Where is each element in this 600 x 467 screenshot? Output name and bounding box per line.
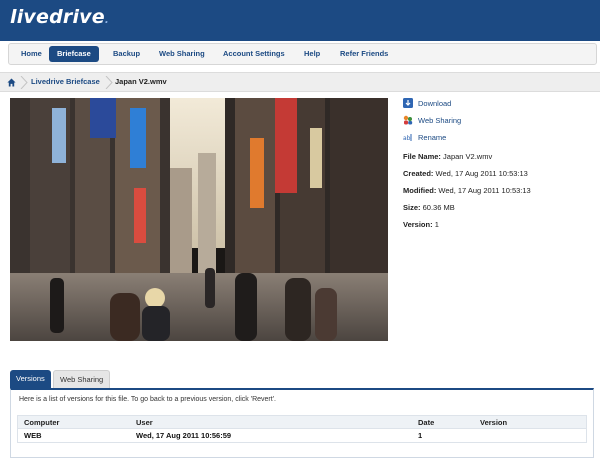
nav-item-briefcase[interactable]: Briefcase (49, 46, 99, 62)
web-sharing-icon (403, 115, 413, 125)
download-icon (403, 98, 413, 108)
cell-user: Wed, 17 Aug 2011 10:56:59 (136, 431, 232, 440)
column-header-computer: Computer (24, 418, 60, 427)
nav-item-web-sharing[interactable]: Web Sharing (151, 46, 213, 62)
versions-panel: Here is a list of versions for this file… (10, 388, 594, 458)
table-row[interactable]: WEB Wed, 17 Aug 2011 10:56:59 1 (17, 429, 587, 443)
breadcrumb-parent-link[interactable]: Livedrive Briefcase (31, 77, 100, 86)
size-info: Size: 60.36 MB (403, 203, 455, 212)
livedrive-logo[interactable]: livedrive. (10, 6, 109, 28)
modified-info: Modified: Wed, 17 Aug 2011 10:53:13 (403, 186, 531, 195)
main-nav: Home Briefcase Backup Web Sharing Accoun… (8, 43, 597, 65)
breadcrumb-separator-icon (20, 76, 28, 89)
top-header-bar: livedrive. (0, 0, 600, 41)
version-info: Version: 1 (403, 220, 439, 229)
video-frame-image (10, 98, 388, 341)
column-header-user: User (136, 418, 153, 427)
cell-computer: WEB (24, 431, 42, 440)
column-header-date: Date (418, 418, 435, 427)
video-preview[interactable] (10, 98, 388, 341)
tab-web-sharing[interactable]: Web Sharing (53, 370, 111, 388)
versions-table-header: Computer User Date Version (17, 415, 587, 429)
nav-item-refer-friends[interactable]: Refer Friends (332, 46, 396, 62)
breadcrumb-separator-icon (105, 76, 113, 89)
nav-item-backup[interactable]: Backup (105, 46, 148, 62)
cell-date: 1 (418, 431, 423, 440)
column-header-version: Version (480, 418, 508, 427)
created-info: Created: Wed, 17 Aug 2011 10:53:13 (403, 169, 528, 178)
nav-item-home[interactable]: Home (13, 46, 50, 62)
breadcrumb-current: Japan V2.wmv (115, 77, 167, 86)
breadcrumb: Livedrive Briefcase Japan V2.wmv (0, 72, 600, 92)
tab-versions[interactable]: Versions (10, 370, 51, 388)
home-icon[interactable] (7, 78, 16, 87)
nav-item-account-settings[interactable]: Account Settings (215, 46, 293, 62)
file-name-info: File Name: Japan V2.wmv (403, 152, 493, 161)
svg-text:ab: ab (403, 135, 411, 142)
nav-item-help[interactable]: Help (296, 46, 328, 62)
versions-note: Here is a list of versions for this file… (19, 396, 276, 403)
rename-icon: ab (403, 134, 412, 142)
